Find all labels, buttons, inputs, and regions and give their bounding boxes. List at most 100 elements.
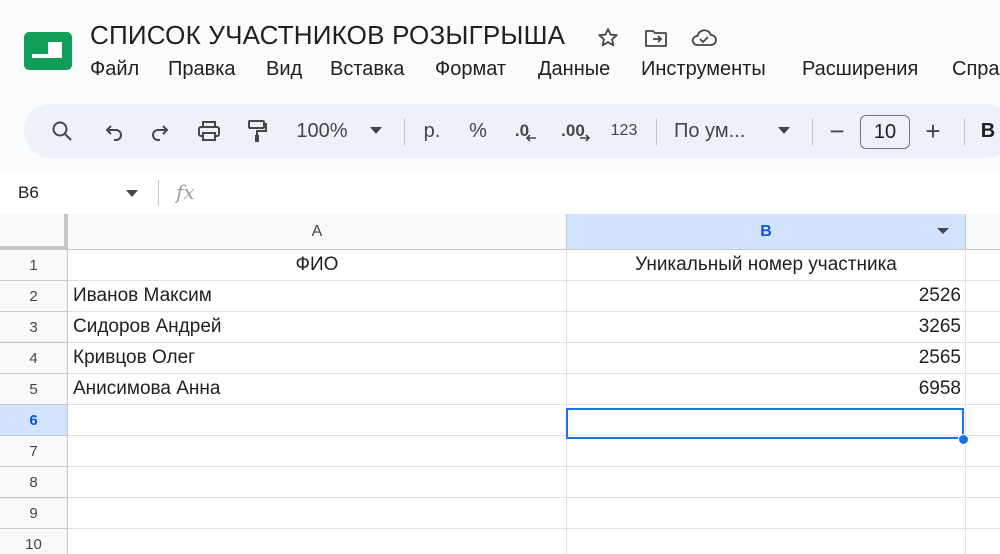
zoom-dropdown[interactable] bbox=[364, 104, 388, 158]
increase-font-size-button[interactable]: + bbox=[918, 104, 948, 158]
menu-tools[interactable]: Инструменты bbox=[641, 58, 766, 81]
cell-c6[interactable] bbox=[966, 405, 1000, 436]
cell-a3[interactable]: Сидоров Андрей bbox=[68, 312, 567, 343]
cell-c8[interactable] bbox=[966, 467, 1000, 498]
cell-c3[interactable] bbox=[966, 312, 1000, 343]
star-icon[interactable] bbox=[594, 24, 622, 52]
row-header[interactable]: 1 bbox=[0, 250, 68, 281]
menu-format[interactable]: Формат bbox=[435, 58, 506, 81]
arrow-right-icon bbox=[579, 134, 590, 142]
chevron-down-icon bbox=[370, 127, 382, 134]
zoom-select[interactable]: 100% bbox=[290, 104, 354, 158]
select-all-corner[interactable] bbox=[0, 214, 68, 250]
font-size-input[interactable]: 10 bbox=[860, 115, 910, 149]
app-header: СПИСОК УЧАСТНИКОВ РОЗЫГРЫША Файл Правка … bbox=[0, 0, 1000, 100]
cell-b8[interactable] bbox=[567, 467, 966, 498]
cell-a8[interactable] bbox=[68, 467, 567, 498]
cell-b5[interactable]: 6958 bbox=[567, 374, 966, 405]
cell-c1[interactable] bbox=[966, 250, 1000, 281]
print-button[interactable] bbox=[192, 104, 226, 158]
fx-icon: fx bbox=[176, 180, 195, 204]
formula-divider bbox=[158, 180, 159, 206]
move-to-folder-icon[interactable] bbox=[642, 24, 670, 52]
cell-a10[interactable] bbox=[68, 529, 567, 554]
menu-help[interactable]: Спра bbox=[952, 58, 1000, 81]
search-icon bbox=[52, 121, 72, 141]
search-menus-button[interactable] bbox=[46, 104, 78, 158]
column-menu-icon[interactable] bbox=[937, 228, 949, 234]
row-header[interactable]: 9 bbox=[0, 498, 68, 529]
row-header[interactable]: 7 bbox=[0, 436, 68, 467]
row-header[interactable]: 2 bbox=[0, 281, 68, 312]
cell-c4[interactable] bbox=[966, 343, 1000, 374]
column-header-b-label: B bbox=[760, 222, 772, 240]
menu-data[interactable]: Данные bbox=[538, 58, 610, 81]
redo-button[interactable] bbox=[144, 104, 176, 158]
menu-view[interactable]: Вид bbox=[266, 58, 302, 81]
document-title[interactable]: СПИСОК УЧАСТНИКОВ РОЗЫГРЫША bbox=[90, 20, 565, 51]
cell-reference: B6 bbox=[18, 183, 39, 202]
font-dropdown[interactable] bbox=[772, 104, 796, 158]
row-header[interactable]: 6 bbox=[0, 405, 68, 436]
menu-extensions[interactable]: Расширения bbox=[802, 58, 918, 81]
toolbar-divider bbox=[404, 118, 405, 146]
percent-format-button[interactable]: % bbox=[464, 104, 492, 158]
cell-b10[interactable] bbox=[567, 529, 966, 554]
cell-a7[interactable] bbox=[68, 436, 567, 467]
formula-bar: B6 fx bbox=[0, 172, 1000, 214]
cell-c10[interactable] bbox=[966, 529, 1000, 554]
column-header-a[interactable]: A bbox=[68, 214, 567, 250]
cloud-saved-icon[interactable] bbox=[690, 24, 718, 52]
more-formats-button[interactable]: 123 bbox=[606, 104, 642, 158]
undo-button[interactable] bbox=[98, 104, 130, 158]
spreadsheet-grid: A B 1 ФИО Уникальный номер участника 2 И… bbox=[0, 214, 1000, 554]
arrow-left-icon bbox=[525, 134, 537, 142]
toolbar-divider bbox=[812, 118, 813, 146]
cell-c7[interactable] bbox=[966, 436, 1000, 467]
cell-b1[interactable]: Уникальный номер участника bbox=[567, 250, 966, 281]
cell-b4[interactable]: 2565 bbox=[567, 343, 966, 374]
active-cell-selection[interactable] bbox=[566, 408, 964, 439]
toolbar-divider bbox=[964, 118, 965, 146]
sheets-logo-icon[interactable] bbox=[24, 32, 72, 70]
cell-b9[interactable] bbox=[567, 498, 966, 529]
cell-b3[interactable]: 3265 bbox=[567, 312, 966, 343]
increase-decimals-button[interactable]: .00 bbox=[556, 104, 596, 158]
chevron-down-icon bbox=[778, 127, 790, 134]
toolbar-divider bbox=[656, 118, 657, 146]
decrease-decimals-button[interactable]: .0 bbox=[508, 104, 544, 158]
cell-a2[interactable]: Иванов Максим bbox=[68, 281, 567, 312]
cell-c2[interactable] bbox=[966, 281, 1000, 312]
bold-button[interactable]: B bbox=[976, 104, 1000, 158]
row-header[interactable]: 3 bbox=[0, 312, 68, 343]
menu-file[interactable]: Файл bbox=[90, 58, 139, 81]
decrease-font-size-button[interactable]: − bbox=[822, 104, 852, 158]
row-header[interactable]: 8 bbox=[0, 467, 68, 498]
menu-edit[interactable]: Правка bbox=[168, 58, 236, 81]
chevron-down-icon[interactable] bbox=[126, 190, 138, 198]
row-header[interactable]: 5 bbox=[0, 374, 68, 405]
paint-format-icon bbox=[248, 120, 267, 142]
fill-handle[interactable] bbox=[958, 434, 969, 445]
column-header-c[interactable] bbox=[966, 214, 1000, 250]
formula-input[interactable] bbox=[216, 172, 996, 214]
cell-b7[interactable] bbox=[567, 436, 966, 467]
cell-c9[interactable] bbox=[966, 498, 1000, 529]
font-select[interactable]: По ум... bbox=[674, 104, 764, 158]
row-header[interactable]: 10 bbox=[0, 529, 68, 554]
toolbar: 100% р. % .0 .00 123 По ум... − 10 + B bbox=[24, 104, 1000, 158]
cell-b2[interactable]: 2526 bbox=[567, 281, 966, 312]
cell-a1[interactable]: ФИО bbox=[68, 250, 567, 281]
print-icon bbox=[198, 121, 220, 141]
cell-a9[interactable] bbox=[68, 498, 567, 529]
currency-format-button[interactable]: р. bbox=[418, 104, 446, 158]
cell-c5[interactable] bbox=[966, 374, 1000, 405]
cell-a6[interactable] bbox=[68, 405, 567, 436]
cell-a4[interactable]: Кривцов Олег bbox=[68, 343, 567, 374]
paint-format-button[interactable] bbox=[240, 104, 274, 158]
column-header-b[interactable]: B bbox=[567, 214, 966, 250]
row-header[interactable]: 4 bbox=[0, 343, 68, 374]
menu-insert[interactable]: Вставка bbox=[330, 58, 404, 81]
cell-a5[interactable]: Анисимова Анна bbox=[68, 374, 567, 405]
undo-icon bbox=[105, 125, 122, 141]
